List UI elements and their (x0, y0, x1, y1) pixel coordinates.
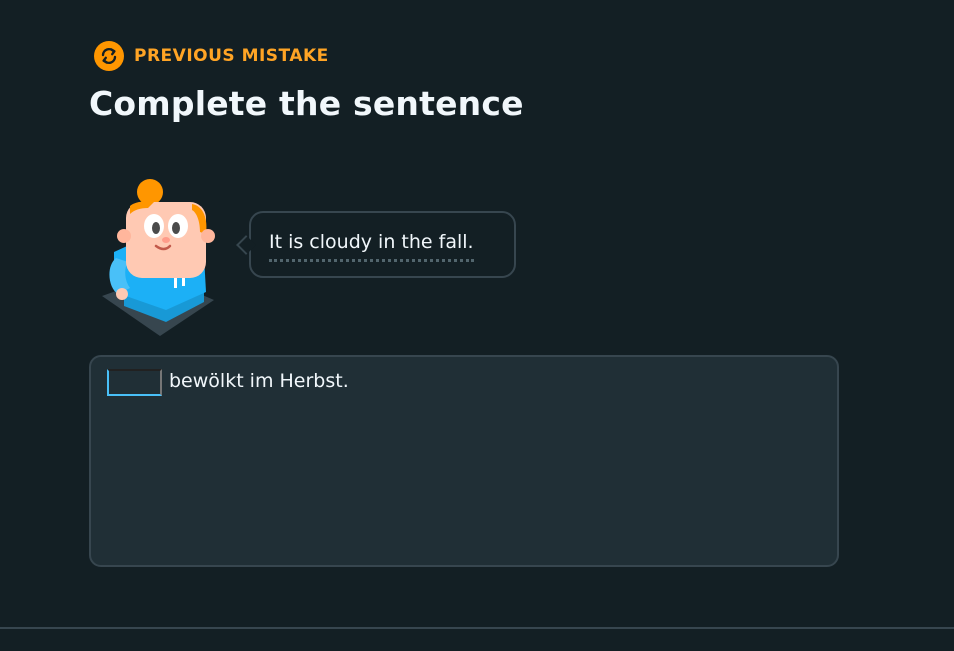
lesson-page: PREVIOUS MISTAKE Complete the sentence I… (0, 0, 954, 651)
previous-mistake-badge: PREVIOUS MISTAKE (94, 40, 329, 72)
footer-divider (0, 627, 954, 629)
student-character (96, 176, 220, 342)
repeat-icon (94, 41, 124, 71)
prompt-sentence[interactable]: It is cloudy in the fall. (269, 231, 474, 262)
speech-bubble-tail (236, 235, 256, 255)
answer-box: bewölkt im Herbst. (89, 355, 839, 567)
speech-bubble: It is cloudy in the fall. (236, 211, 516, 278)
page-title: Complete the sentence (89, 84, 524, 123)
blank-answer-input[interactable] (107, 369, 162, 396)
badge-label: PREVIOUS MISTAKE (134, 46, 329, 66)
sentence-remainder[interactable]: bewölkt im Herbst. (169, 370, 349, 392)
